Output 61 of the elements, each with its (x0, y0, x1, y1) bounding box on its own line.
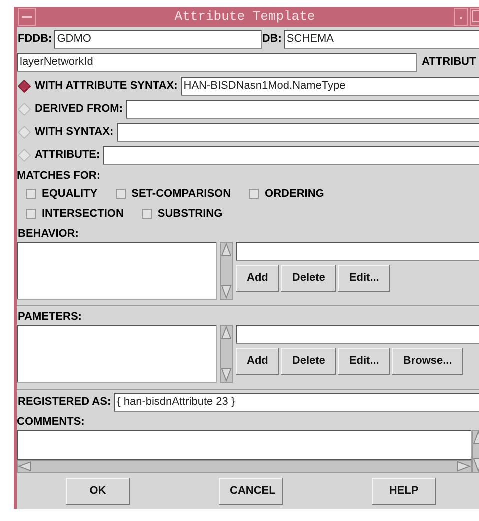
action-button[interactable]: Add (236, 348, 280, 375)
input-field[interactable] (116, 122, 479, 142)
field-label: DB: (262, 32, 283, 47)
checkbox[interactable] (249, 189, 260, 199)
scrollbar[interactable] (17, 460, 472, 473)
window-menu-icon[interactable] (18, 8, 36, 26)
down-arrow-icon[interactable] (221, 368, 232, 382)
dialog-button[interactable]: OK (66, 478, 130, 505)
section-label: COMMENTS: (17, 415, 86, 430)
radio-button[interactable] (18, 148, 31, 162)
scrollbar[interactable] (220, 242, 233, 300)
input-field[interactable] (103, 146, 479, 164)
input-field[interactable]: HAN-BISDNasn1Mod.NameType (180, 76, 479, 96)
checkbox-label: ORDERING (265, 186, 324, 202)
minimize-icon[interactable] (454, 8, 468, 26)
up-arrow-icon[interactable] (221, 243, 232, 257)
section-label: MATCHES FOR: (17, 169, 102, 184)
list-box[interactable] (17, 325, 217, 383)
dialog-button[interactable]: HELP (372, 478, 436, 505)
checkbox[interactable] (142, 209, 152, 219)
action-button[interactable]: Delete (281, 265, 336, 292)
left-arrow-icon[interactable] (18, 461, 32, 472)
input-field[interactable]: { han-bisdnAttribute 23 } (114, 392, 479, 412)
field-label: REGISTERED AS: (17, 394, 112, 410)
scrollbar[interactable] (220, 325, 233, 383)
option-label: DERIVED FROM: (35, 102, 124, 117)
list-box[interactable] (17, 242, 217, 300)
action-button[interactable]: Browse... (392, 348, 464, 375)
field-label: ATTRIBUT (421, 54, 476, 70)
section-label: BEHAVIOR: (17, 227, 80, 242)
checkbox-label: SET-COMPARISON (132, 186, 232, 202)
action-button[interactable]: Edit... (338, 348, 390, 375)
input-field[interactable]: layerNetworkId (17, 52, 417, 72)
right-arrow-icon[interactable] (457, 461, 471, 472)
checkbox-label: SUBSTRING (158, 206, 223, 222)
checkbox[interactable] (26, 209, 36, 219)
checkbox-label: INTERSECTION (42, 206, 124, 222)
action-button[interactable]: Delete (281, 348, 336, 375)
field-label: FDDB: (17, 32, 54, 47)
checkbox[interactable] (116, 189, 126, 199)
input-field[interactable]: SCHEMA (284, 30, 479, 48)
input-field[interactable]: GDMO (54, 30, 262, 48)
down-arrow-icon[interactable] (221, 285, 232, 299)
radio-button[interactable] (18, 80, 31, 92)
action-button[interactable]: Edit... (338, 265, 390, 292)
option-label: ATTRIBUTE: (35, 148, 102, 163)
section-label: PAMETERS: (17, 310, 83, 325)
option-label: WITH ATTRIBUTE SYNTAX: (35, 78, 179, 94)
input-field[interactable] (236, 325, 479, 344)
checkbox-label: EQUALITY (42, 186, 98, 202)
radio-button[interactable] (18, 126, 31, 138)
up-arrow-icon[interactable] (221, 326, 232, 340)
option-label: WITH SYNTAX: (35, 124, 115, 140)
checkbox[interactable] (26, 189, 36, 199)
action-button[interactable]: Add (236, 265, 280, 292)
radio-button[interactable] (18, 102, 31, 116)
comments-area[interactable] (17, 430, 472, 460)
input-field[interactable] (126, 100, 479, 118)
input-field[interactable] (236, 242, 479, 261)
dialog-button[interactable]: CANCEL (219, 478, 283, 505)
window-title: Attribute Template (174, 8, 316, 26)
